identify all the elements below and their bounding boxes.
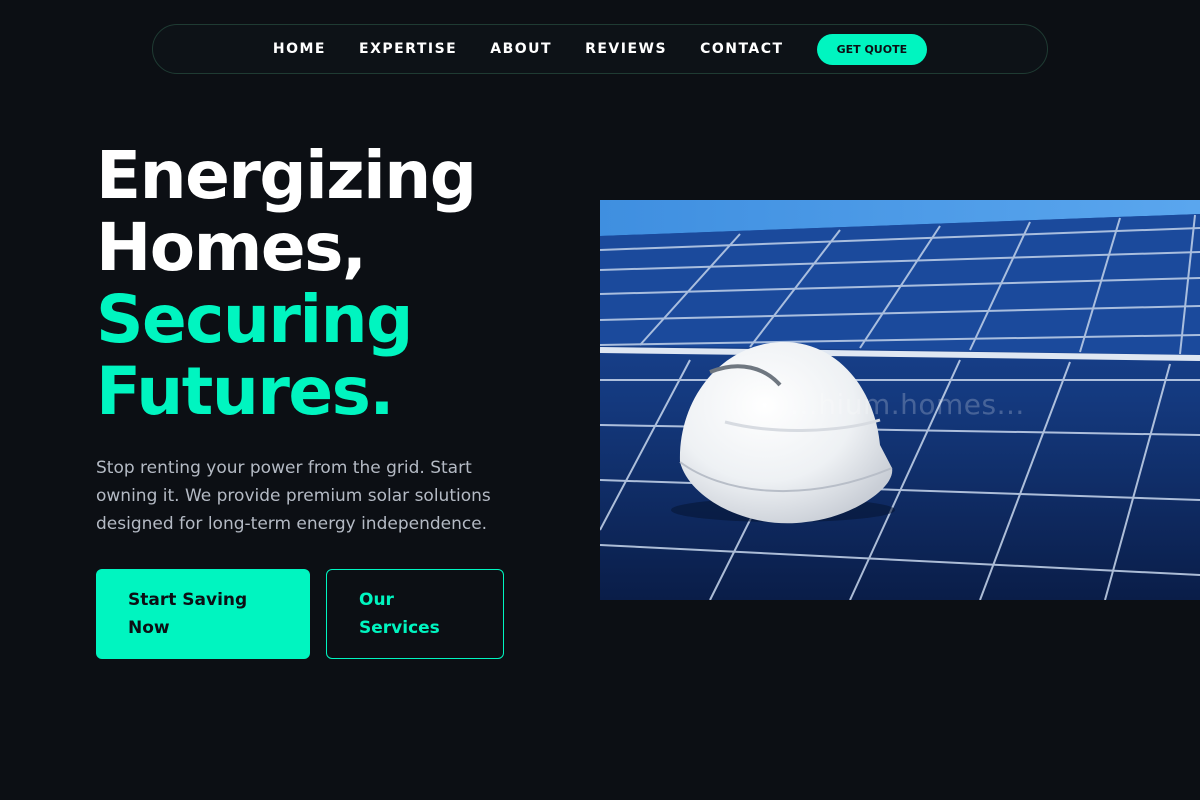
get-quote-button[interactable]: GET QUOTE [816, 33, 928, 65]
nav-link-about[interactable]: ABOUT [490, 41, 552, 57]
hero-image: ...hium.homes... [600, 200, 1200, 600]
page: HOME EXPERTISE ABOUT REVIEWS CONTACT GET… [0, 0, 1200, 800]
hero-title-line-2: Homes, [96, 209, 367, 286]
nav-link-expertise[interactable]: EXPERTISE [359, 41, 457, 57]
our-services-label: Our Services [359, 590, 440, 638]
hero-description: Stop renting your power from the grid. S… [96, 458, 491, 534]
nav-link-home[interactable]: HOME [273, 41, 326, 57]
hero-title: Energizing Homes, Securing Futures. [96, 140, 566, 428]
start-saving-label: Start Saving Now [128, 590, 248, 638]
hero-title-line-4: Futures. [96, 353, 395, 430]
start-saving-button[interactable]: Start Saving Now [96, 569, 310, 659]
our-services-button[interactable]: Our Services [326, 569, 504, 659]
top-navigation: HOME EXPERTISE ABOUT REVIEWS CONTACT GET… [152, 24, 1048, 74]
image-watermark: ...hium.homes... [790, 388, 1025, 421]
hero-title-line-3: Securing [96, 281, 413, 358]
nav-link-reviews[interactable]: REVIEWS [585, 41, 667, 57]
nav-links: HOME EXPERTISE ABOUT REVIEWS CONTACT GET… [273, 33, 928, 65]
hero-title-line-1: Energizing [96, 137, 477, 214]
nav-link-contact[interactable]: CONTACT [700, 41, 784, 57]
